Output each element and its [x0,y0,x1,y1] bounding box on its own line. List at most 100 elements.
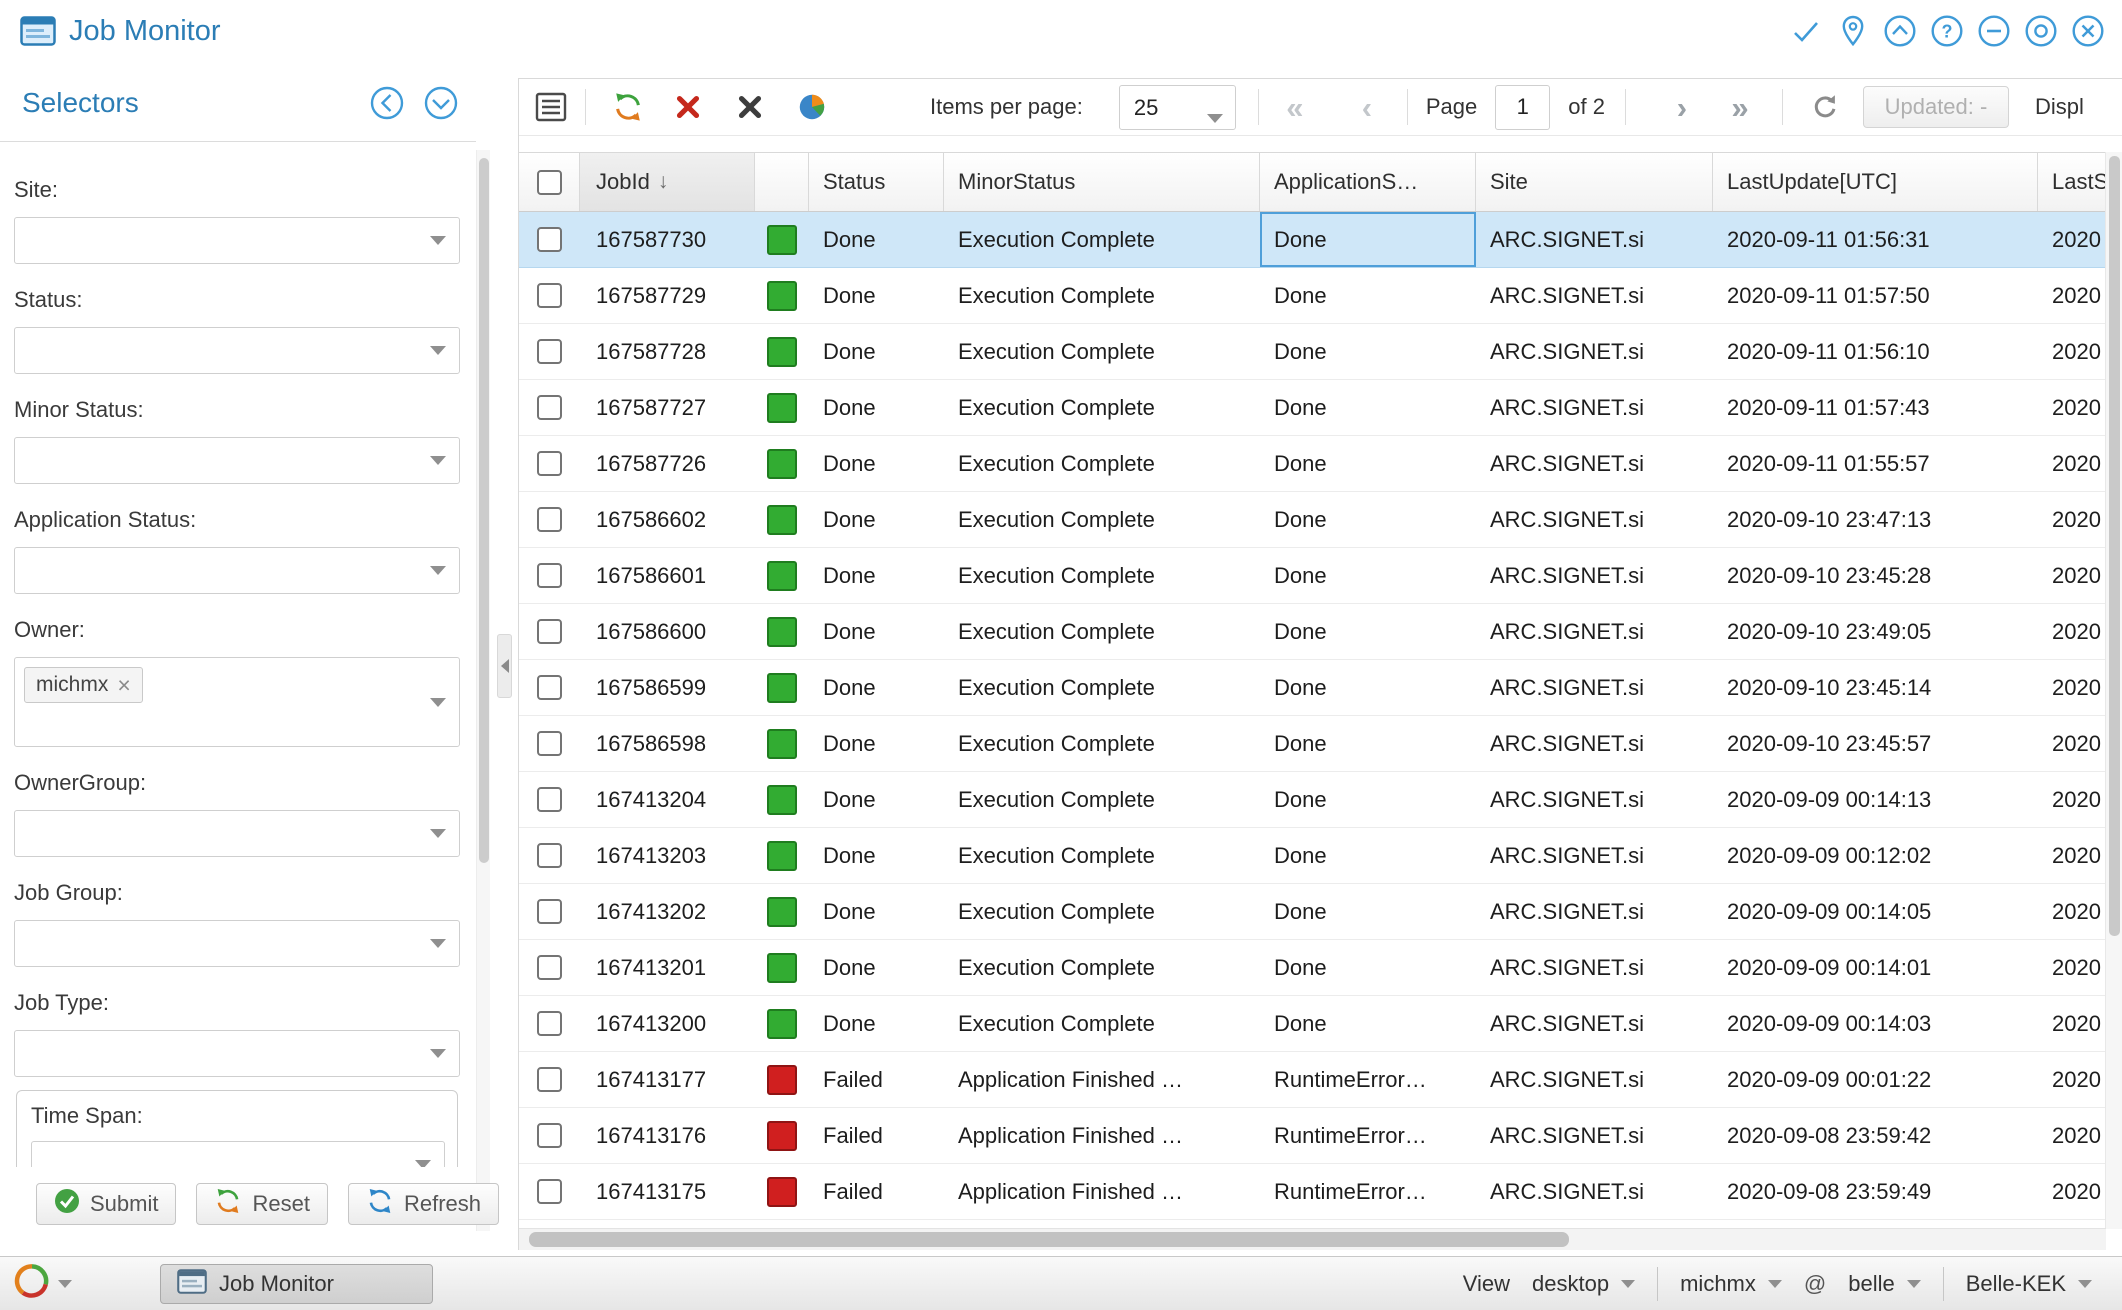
table-row[interactable]: 167413202DoneExecution CompleteDoneARC.S… [519,884,2106,940]
horizontal-scrollbar-thumb[interactable] [529,1232,1569,1247]
table-row[interactable]: 167586598DoneExecution CompleteDoneARC.S… [519,716,2106,772]
reload-icon[interactable] [1803,85,1847,129]
vertical-scrollbar-thumb[interactable] [2109,156,2120,936]
selected-tag[interactable]: michmx× [24,667,143,703]
row-checkbox[interactable] [519,940,580,995]
table-row[interactable]: 167413201DoneExecution CompleteDoneARC.S… [519,940,2106,996]
table-row[interactable]: 167586601DoneExecution CompleteDoneARC.S… [519,548,2106,604]
owner-combo[interactable]: michmx× [14,657,460,747]
column-header-lastupdate[interactable]: LastUpdate[UTC] [1713,153,2038,211]
cell-applicationstatus[interactable]: Done [1260,604,1476,659]
delete-job-icon[interactable] [728,85,772,129]
job-type-combo[interactable] [14,1030,460,1077]
collapse-up-circle-icon[interactable] [1882,13,1918,49]
app-menu-chevron-icon[interactable] [58,1275,72,1293]
row-checkbox[interactable] [519,716,580,771]
cell-applicationstatus[interactable]: RuntimeError… [1260,1052,1476,1107]
cell-applicationstatus[interactable]: RuntimeError… [1260,1108,1476,1163]
group-select[interactable]: belle [1842,1271,1926,1297]
cell-applicationstatus[interactable]: Done [1260,660,1476,715]
remove-tag-icon[interactable]: × [117,674,130,697]
cell-applicationstatus[interactable]: Done [1260,212,1476,267]
table-row[interactable]: 167587728DoneExecution CompleteDoneARC.S… [519,324,2106,380]
site-combo[interactable] [14,217,460,264]
row-checkbox[interactable] [519,436,580,491]
items-per-page-select[interactable]: 25 [1119,85,1236,130]
help-circle-icon[interactable]: ? [1929,13,1965,49]
column-header-jobid[interactable]: JobId↓ [580,153,755,211]
table-row[interactable]: 167413200DoneExecution CompleteDoneARC.S… [519,996,2106,1052]
column-header-minorstatus[interactable]: MinorStatus [944,153,1260,211]
panel-expand-circle-icon[interactable] [422,84,460,122]
row-checkbox[interactable] [519,1108,580,1163]
table-row[interactable]: 167413204DoneExecution CompleteDoneARC.S… [519,772,2106,828]
setup-select[interactable]: Belle-KEK [1960,1271,2098,1297]
column-header-status[interactable]: Status [809,153,944,211]
dirac-logo[interactable] [14,1263,50,1304]
kill-job-icon[interactable] [666,85,710,129]
cell-applicationstatus[interactable]: Done [1260,940,1476,995]
cell-applicationstatus[interactable]: Done [1260,436,1476,491]
table-row[interactable]: 167413203DoneExecution CompleteDoneARC.S… [519,828,2106,884]
table-row[interactable]: 167586600DoneExecution CompleteDoneARC.S… [519,604,2106,660]
table-row[interactable]: 167587727DoneExecution CompleteDoneARC.S… [519,380,2106,436]
row-checkbox[interactable] [519,548,580,603]
table-row[interactable]: 167413175FailedApplication Finished …Run… [519,1164,2106,1220]
table-row[interactable]: 167587730DoneExecution CompleteDoneARC.S… [519,212,2106,268]
table-row[interactable]: 167587729DoneExecution CompleteDoneARC.S… [519,268,2106,324]
cell-applicationstatus[interactable]: Done [1260,884,1476,939]
user-select[interactable]: michmx [1674,1271,1788,1297]
updated-button[interactable]: Updated: - [1863,86,2009,128]
cell-applicationstatus[interactable]: RuntimeError… [1260,1164,1476,1219]
minimize-circle-icon[interactable] [1976,13,2012,49]
first-page-icon[interactable]: « [1273,85,1317,129]
table-row[interactable]: 167586602DoneExecution CompleteDoneARC.S… [519,492,2106,548]
reset-button[interactable]: Reset [196,1183,327,1225]
reset-selection-icon[interactable] [606,85,650,129]
pie-chart-icon[interactable] [790,85,834,129]
row-checkbox[interactable] [519,492,580,547]
table-row[interactable]: 167413177FailedApplication Finished …Run… [519,1052,2106,1108]
last-page-icon[interactable]: » [1718,85,1762,129]
submit-button[interactable]: Submit [36,1183,176,1225]
prev-page-icon[interactable]: ‹ [1345,85,1389,129]
row-checkbox[interactable] [519,212,580,267]
column-header-statuscolor[interactable] [755,153,809,211]
menu-icon[interactable] [529,85,573,129]
table-row[interactable]: 167587726DoneExecution CompleteDoneARC.S… [519,436,2106,492]
row-checkbox[interactable] [519,1052,580,1107]
row-checkbox[interactable] [519,772,580,827]
row-checkbox[interactable] [519,1164,580,1219]
cell-applicationstatus[interactable]: Done [1260,548,1476,603]
row-checkbox[interactable] [519,884,580,939]
row-checkbox[interactable] [519,996,580,1051]
horizontal-scrollbar[interactable] [519,1228,2106,1250]
panel-back-circle-icon[interactable] [368,84,406,122]
taskbar-job-monitor-button[interactable]: Job Monitor [160,1264,433,1304]
vertical-scrollbar[interactable] [2105,152,2122,1229]
close-circle-icon[interactable] [2070,13,2106,49]
row-checkbox[interactable] [519,324,580,379]
pin-window-circle-icon[interactable] [2023,13,2059,49]
column-header-applicationstatus[interactable]: ApplicationS… [1260,153,1476,211]
status-combo[interactable] [14,327,460,374]
panel-scrollbar-thumb[interactable] [479,158,489,863]
application-status-combo[interactable] [14,547,460,594]
row-checkbox[interactable] [519,380,580,435]
table-row[interactable]: 167586599DoneExecution CompleteDoneARC.S… [519,660,2106,716]
row-checkbox[interactable] [519,604,580,659]
column-header-site[interactable]: Site [1476,153,1713,211]
page-number-input[interactable] [1495,85,1550,130]
cell-applicationstatus[interactable]: Done [1260,324,1476,379]
cell-applicationstatus[interactable]: Done [1260,828,1476,883]
cell-applicationstatus[interactable]: Done [1260,772,1476,827]
select-all-checkbox[interactable] [519,153,580,211]
panel-scrollbar[interactable] [476,150,490,1231]
column-header-lastsig[interactable]: LastSig [2038,153,2106,211]
row-checkbox[interactable] [519,828,580,883]
minor-status-combo[interactable] [14,437,460,484]
cell-applicationstatus[interactable]: Done [1260,996,1476,1051]
cell-applicationstatus[interactable]: Done [1260,380,1476,435]
ownergroup-combo[interactable] [14,810,460,857]
view-mode-select[interactable]: desktop [1526,1271,1641,1297]
